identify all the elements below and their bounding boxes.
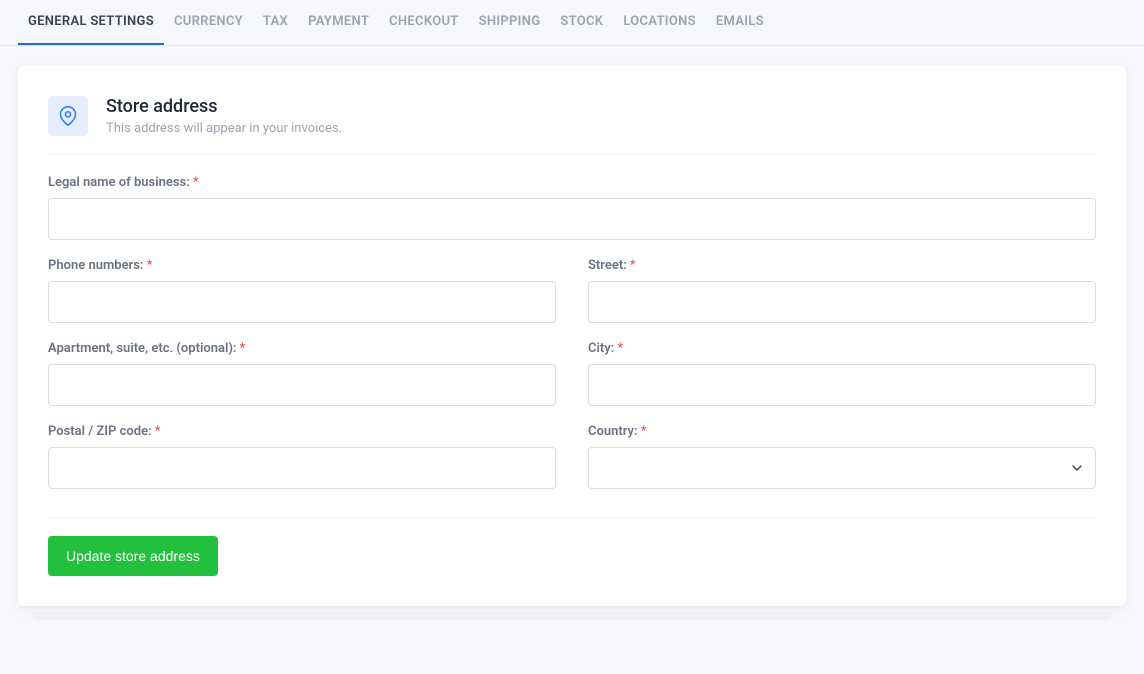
header-text: Store address This address will appear i… [106, 96, 342, 136]
field-apartment: Apartment, suite, etc. (optional): * [48, 341, 556, 406]
field-legal-name: Legal name of business: * [48, 175, 1096, 240]
tab-shipping[interactable]: SHIPPING [469, 0, 551, 45]
required-mark: * [193, 175, 199, 190]
section-title: Store address [106, 96, 342, 117]
required-mark: * [630, 258, 636, 273]
location-pin-icon [48, 96, 88, 136]
input-postal[interactable] [48, 447, 556, 489]
required-mark: * [240, 341, 246, 356]
tab-currency[interactable]: CURRENCY [164, 0, 253, 45]
input-apartment[interactable] [48, 364, 556, 406]
field-city: City: * [588, 341, 1096, 406]
required-mark: * [617, 341, 623, 356]
field-postal: Postal / ZIP code: * [48, 424, 556, 489]
section-subtitle: This address will appear in your invoice… [106, 121, 342, 136]
tab-emails[interactable]: EMAILS [706, 0, 774, 45]
stacked-card-shadow [32, 612, 1112, 620]
tab-stock[interactable]: STOCK [550, 0, 613, 45]
select-country[interactable] [588, 447, 1096, 489]
input-phone[interactable] [48, 281, 556, 323]
tab-payment[interactable]: PAYMENT [298, 0, 379, 45]
field-street: Street: * [588, 258, 1096, 323]
label-legal-name: Legal name of business: * [48, 175, 1096, 190]
label-country: Country: * [588, 424, 1096, 439]
store-address-card: Store address This address will appear i… [18, 66, 1126, 606]
label-postal: Postal / ZIP code: * [48, 424, 556, 439]
tab-checkout[interactable]: CHECKOUT [379, 0, 468, 45]
tab-general-settings[interactable]: GENERAL SETTINGS [18, 0, 164, 45]
tab-locations[interactable]: LOCATIONS [613, 0, 706, 45]
label-street: Street: * [588, 258, 1096, 273]
input-legal-name[interactable] [48, 198, 1096, 240]
card-header: Store address This address will appear i… [48, 96, 1096, 155]
required-mark: * [155, 424, 161, 439]
tab-tax[interactable]: TAX [253, 0, 298, 45]
input-street[interactable] [588, 281, 1096, 323]
label-phone: Phone numbers: * [48, 258, 556, 273]
update-store-address-button[interactable]: Update store address [48, 536, 218, 576]
label-city: City: * [588, 341, 1096, 356]
required-mark: * [147, 258, 153, 273]
required-mark: * [641, 424, 647, 439]
settings-tabs: GENERAL SETTINGS CURRENCY TAX PAYMENT CH… [0, 0, 1144, 46]
field-country: Country: * [588, 424, 1096, 489]
card-footer: Update store address [48, 517, 1096, 576]
field-phone: Phone numbers: * [48, 258, 556, 323]
label-apartment: Apartment, suite, etc. (optional): * [48, 341, 556, 356]
input-city[interactable] [588, 364, 1096, 406]
